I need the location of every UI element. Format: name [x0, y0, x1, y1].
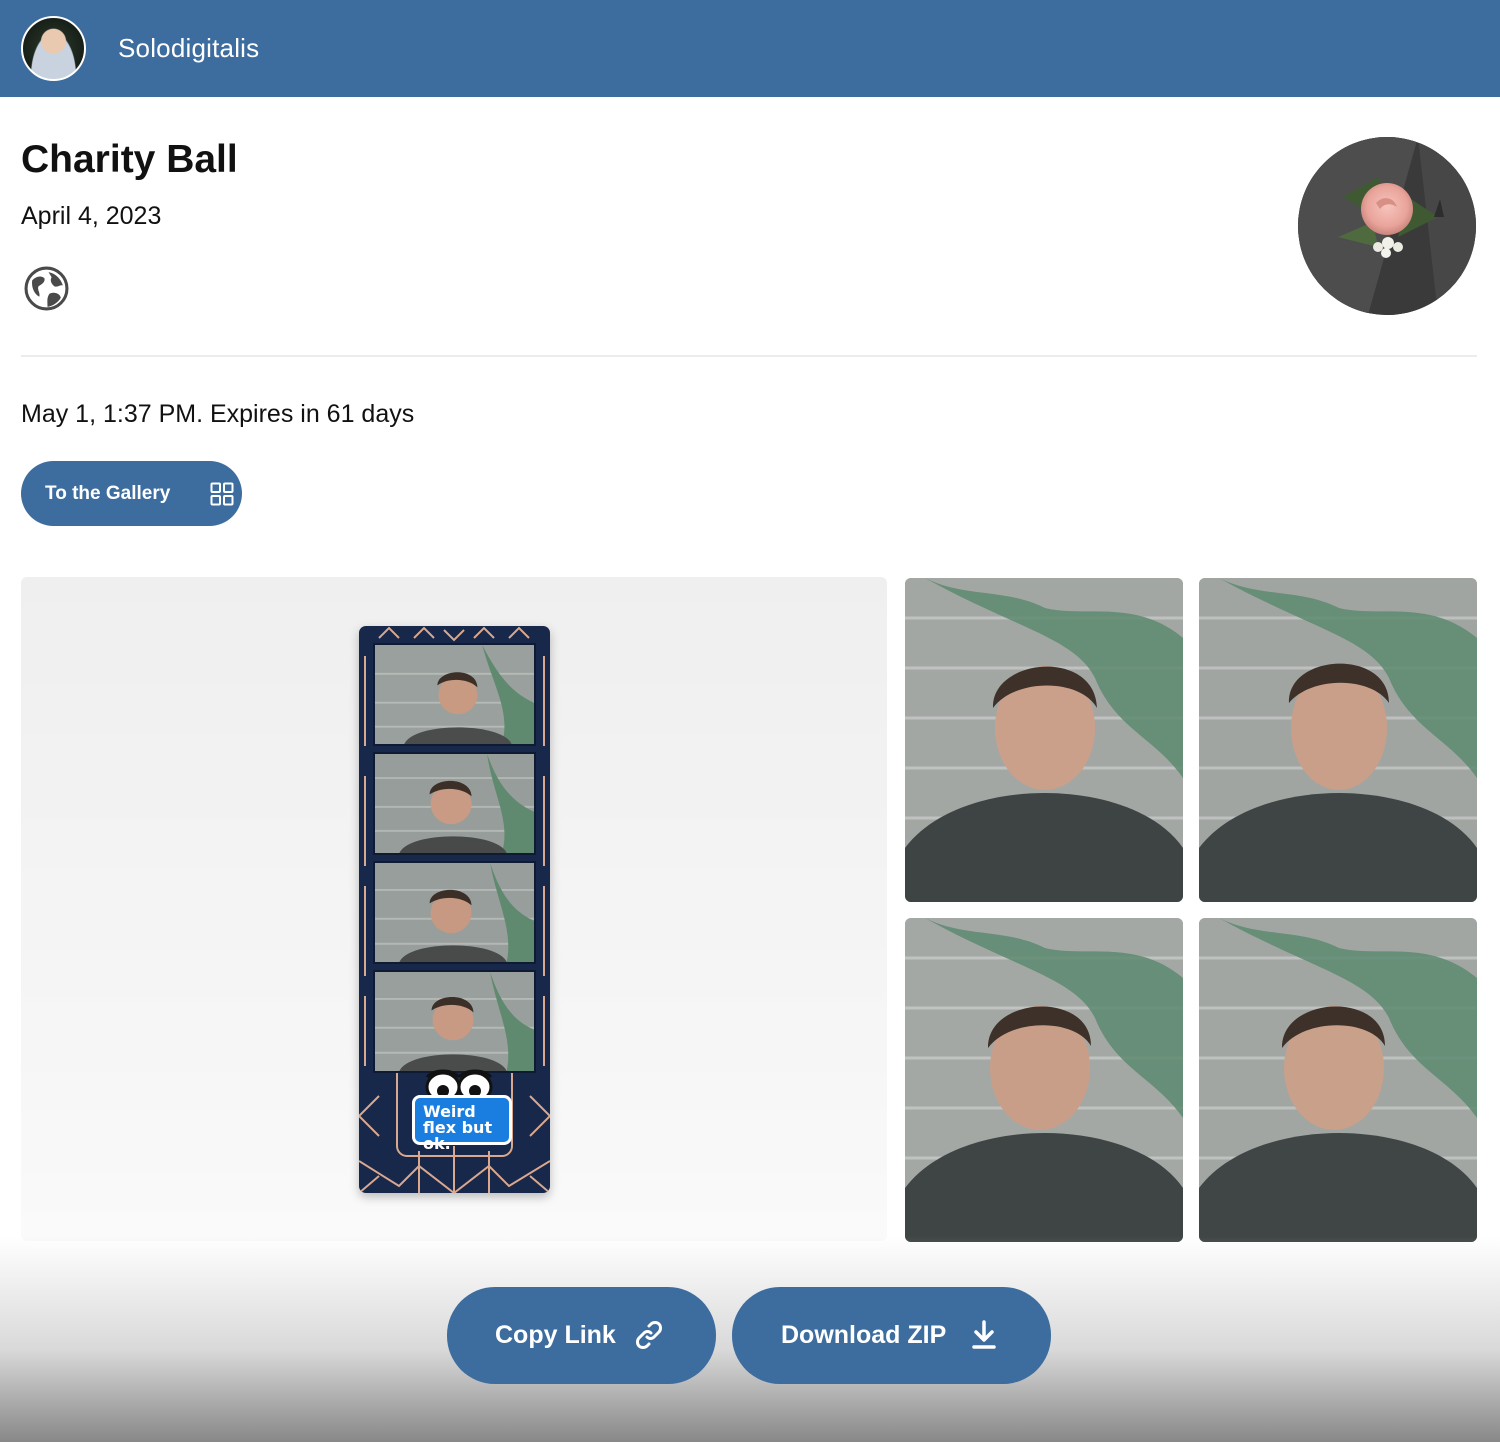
- download-zip-button[interactable]: Download ZIP: [732, 1287, 1051, 1384]
- session-info: May 1, 1:37 PM. Expires in 61 days: [21, 400, 415, 428]
- top-bar: Solodigitalis: [0, 0, 1500, 97]
- copy-link-button[interactable]: Copy Link: [447, 1287, 716, 1384]
- user-avatar[interactable]: [21, 16, 86, 81]
- download-icon: [972, 1320, 996, 1349]
- event-cover-image: [1298, 137, 1476, 315]
- photo-thumbnail-2[interactable]: [1199, 578, 1477, 902]
- to-gallery-button[interactable]: To the Gallery: [21, 461, 242, 526]
- strip-frame-1: [373, 643, 536, 746]
- sticker-text: Weird flex but ok.: [412, 1095, 512, 1152]
- photo-thumbnail-1[interactable]: [905, 578, 1183, 902]
- link-icon: [636, 1321, 662, 1349]
- event-date: April 4, 2023: [21, 202, 162, 230]
- to-gallery-label: To the Gallery: [45, 482, 171, 504]
- brand-name[interactable]: Solodigitalis: [118, 33, 259, 64]
- divider: [21, 355, 1477, 357]
- event-title: Charity Ball: [21, 138, 238, 181]
- strip-frame-3: [373, 861, 536, 964]
- strip-frame-4: [373, 970, 536, 1073]
- download-zip-label: Download ZIP: [781, 1321, 947, 1349]
- strip-frame-2: [373, 752, 536, 855]
- copy-link-label: Copy Link: [495, 1321, 616, 1349]
- photo-thumbnail-3[interactable]: [905, 918, 1183, 1242]
- grid-icon: [210, 482, 234, 506]
- globe-icon: [24, 266, 69, 311]
- photo-strip[interactable]: Weird flex but ok.: [359, 626, 550, 1193]
- photo-thumbnail-4[interactable]: [1199, 918, 1477, 1242]
